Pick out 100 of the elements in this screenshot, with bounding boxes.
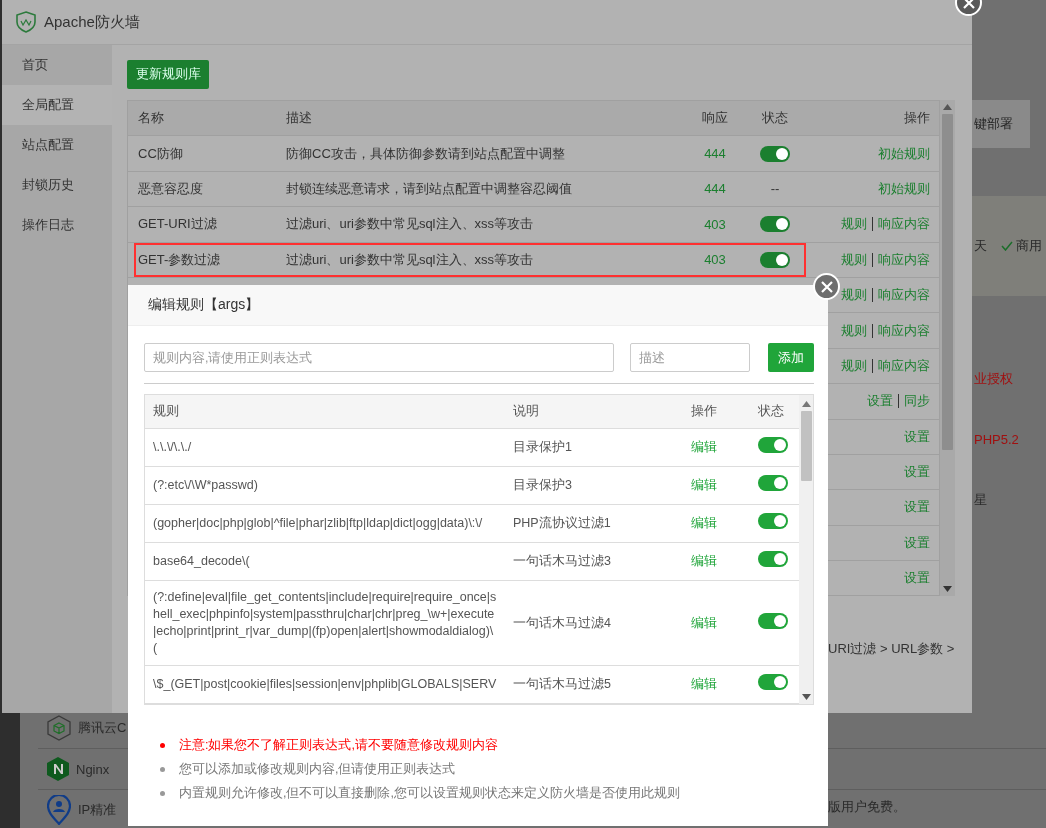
toggle-switch[interactable]	[760, 145, 790, 162]
rule-note: 一句话木马过滤4	[513, 615, 611, 630]
rule-note: 目录保护3	[513, 478, 572, 492]
action-link[interactable]: 设置	[904, 498, 931, 517]
toggle-switch[interactable]	[760, 251, 790, 268]
column-header: 描述	[286, 109, 312, 128]
action-link[interactable]: 设置	[904, 569, 931, 588]
list-text: 星	[974, 491, 988, 509]
action-link[interactable]: 同步	[904, 392, 931, 411]
action-link[interactable]: 设置	[904, 427, 931, 446]
action-link[interactable]: 响应内容	[878, 250, 931, 269]
add-button[interactable]: 添加	[768, 343, 814, 372]
action-link[interactable]: 设置	[867, 392, 894, 411]
dialog-title: 编辑规则【args】	[148, 296, 260, 314]
note-text: 内置规则允许修改,但不可以直接删除,您可以设置规则状态来定义防火墙是否使用此规则	[179, 785, 680, 802]
action-link[interactable]: 规则	[841, 215, 868, 234]
scroll-down-icon[interactable]	[801, 694, 811, 700]
close-icon	[962, 0, 975, 9]
plugin-name: IP精准	[78, 801, 117, 819]
rule-note: 一句话木马过滤5	[513, 677, 611, 691]
column-header: 名称	[138, 109, 164, 128]
action-link[interactable]: 规则	[841, 356, 868, 375]
rule-name: GET-参数过滤	[138, 250, 221, 269]
notice-text: 天	[974, 237, 987, 255]
action-link[interactable]: 响应内容	[878, 215, 931, 234]
toggle-switch[interactable]	[758, 437, 788, 453]
column-header: 说明	[513, 404, 539, 418]
edit-link[interactable]: 编辑	[691, 478, 717, 492]
column-header: 操作	[691, 404, 717, 418]
hexagon-icon	[47, 757, 69, 781]
cube-icon	[47, 715, 71, 741]
action-link[interactable]: 设置	[904, 533, 931, 552]
action-link[interactable]: 初始规则	[878, 144, 931, 163]
response-code: 444	[704, 181, 726, 197]
shield-icon	[16, 11, 36, 33]
column-header: 规则	[153, 404, 179, 418]
response-code: 444	[704, 146, 726, 162]
check-icon	[1001, 241, 1013, 251]
rule-description: 防御CC攻击，具体防御参数请到站点配置中调整	[286, 144, 565, 163]
rule-note: 目录保护1	[513, 440, 572, 454]
rule-description: 过滤uri、uri参数中常见sql注入、xss等攻击	[286, 215, 533, 234]
rule-pattern: \$_(GET|post|cookie|files|session|env|phplib|GLOBALS|SERV	[153, 677, 497, 691]
rule-description: 封锁连续恶意请求，请到站点配置中调整容忍阈值	[286, 179, 572, 198]
rule-name: CC防御	[138, 144, 183, 163]
action-link[interactable]: 响应内容	[878, 286, 931, 305]
rule-note: PHP流协议过滤1	[513, 516, 611, 530]
plugin-name: 腾讯云C	[78, 719, 127, 737]
column-header: 状态	[762, 109, 788, 128]
edit-link[interactable]: 编辑	[691, 440, 717, 454]
scrollbar-thumb[interactable]	[800, 411, 812, 481]
rule-pattern: \.\.\/\.\./	[153, 440, 192, 454]
sidebar-item[interactable]: 首页	[2, 45, 112, 85]
location-pin-icon	[47, 795, 71, 825]
sidebar-item[interactable]: 封锁历史	[2, 165, 112, 205]
note-text: 您可以添加或修改规则内容,但请使用正则表达式	[179, 761, 456, 778]
scrollbar[interactable]	[940, 100, 955, 597]
rule-name: GET-URI过滤	[138, 215, 217, 234]
list-text: PHP5.2	[974, 432, 1020, 447]
edit-link[interactable]: 编辑	[691, 516, 717, 530]
rule-name: 恶意容忍度	[138, 179, 203, 198]
scroll-down-icon[interactable]	[943, 586, 952, 593]
rule-input[interactable]: 规则内容,请使用正则表达式	[144, 343, 614, 372]
scroll-up-icon[interactable]	[943, 104, 952, 110]
sidebar-item[interactable]: 站点配置	[2, 125, 112, 165]
scrollbar-thumb[interactable]	[942, 114, 953, 450]
description-input[interactable]: 描述	[630, 343, 750, 372]
toggle-switch[interactable]	[760, 216, 790, 233]
sidebar-item[interactable]: 全局配置	[2, 85, 112, 125]
edit-link[interactable]: 编辑	[691, 615, 717, 630]
scroll-up-icon[interactable]	[801, 401, 811, 407]
notice-tag: 商用	[1016, 237, 1042, 255]
rule-pattern: (?:etc\/\W*passwd)	[153, 478, 258, 492]
rule-note: 一句话木马过滤3	[513, 554, 611, 568]
sidebar-item[interactable]: 操作日志	[2, 205, 112, 245]
action-link[interactable]: 响应内容	[878, 356, 931, 375]
column-header: 操作	[904, 109, 931, 128]
action-link[interactable]: 初始规则	[878, 179, 931, 198]
rule-pattern: base64_decode\(	[153, 554, 250, 568]
toggle-switch[interactable]	[758, 612, 788, 629]
update-rules-button[interactable]: 更新规则库	[127, 60, 209, 89]
action-link[interactable]: 规则	[841, 286, 868, 305]
action-link[interactable]: 规则	[841, 321, 868, 340]
response-code: 403	[704, 252, 726, 268]
action-link[interactable]: 设置	[904, 463, 931, 482]
toggle-switch[interactable]	[758, 513, 788, 529]
scrollbar[interactable]	[799, 395, 813, 704]
toggle-switch[interactable]	[758, 475, 788, 491]
action-link[interactable]: 响应内容	[878, 321, 931, 340]
edit-link[interactable]: 编辑	[691, 677, 717, 691]
window-title: Apache防火墙	[44, 12, 140, 32]
action-link[interactable]: 规则	[841, 250, 868, 269]
rule-pattern: (?:define|eval|file_get_contents|include|require|require_once|shell_exec|phpinfo|system|passthru|char|chr|preg_\w+|execute|echo|print|print_r|var_dump|(fp)open|alert|showmodaldialog)\(	[153, 590, 497, 655]
list-text: 业授权	[974, 370, 1014, 388]
toggle-switch[interactable]	[758, 551, 788, 567]
rule-pattern: (gopher|doc|php|glob|^file|phar|zlib|ftp|ldap|dict|ogg|data)\:\/	[153, 516, 483, 530]
deploy-button[interactable]: 键部署	[972, 100, 1030, 148]
edit-link[interactable]: 编辑	[691, 554, 717, 568]
plugin-name: Nginx	[76, 761, 110, 777]
toggle-switch[interactable]	[758, 674, 788, 690]
status-text: --	[770, 181, 780, 197]
